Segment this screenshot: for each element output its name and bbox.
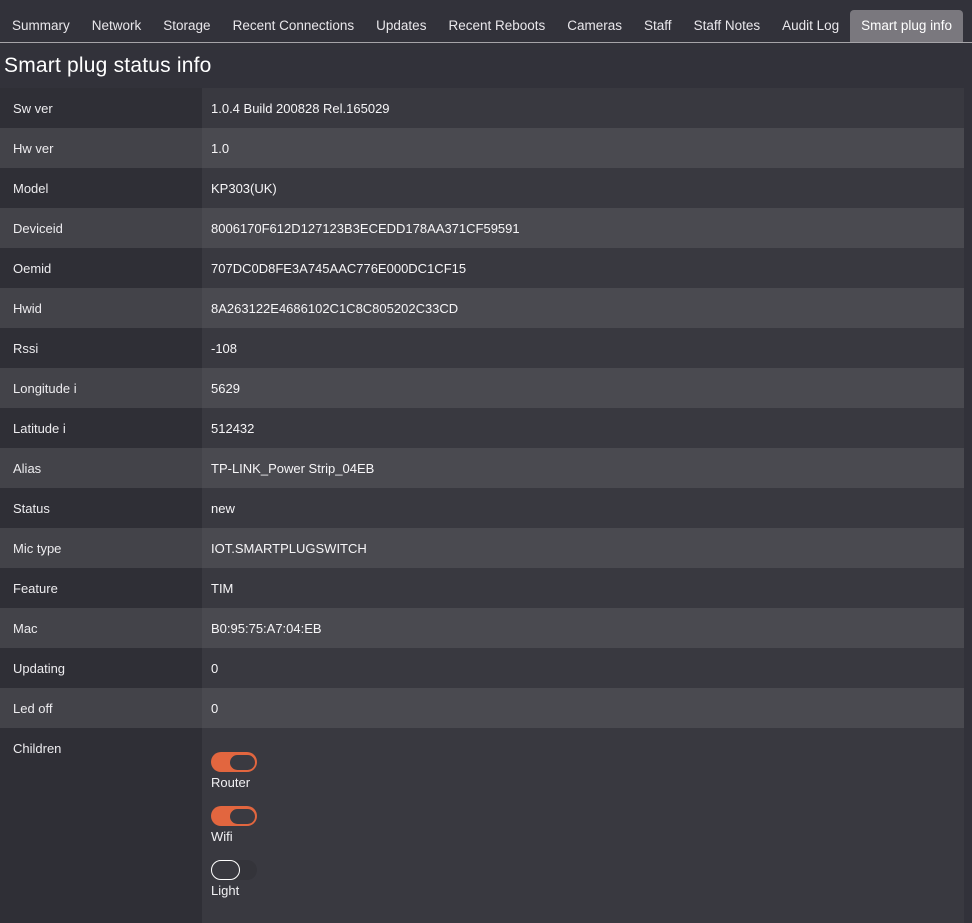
table-row-model: Model KP303(UK)	[0, 168, 964, 208]
table-row-rssi: Rssi -108	[0, 328, 964, 368]
toggle-group-wifi: Wifi	[211, 806, 257, 844]
row-label: Oemid	[0, 248, 202, 288]
row-label: Model	[0, 168, 202, 208]
row-label: Alias	[0, 448, 202, 488]
row-label: Status	[0, 488, 202, 528]
table-row-latitude-i: Latitude i 512432	[0, 408, 964, 448]
table-row-hwid: Hwid 8A263122E4686102C1C8C805202C33CD	[0, 288, 964, 328]
row-label: Longitude i	[0, 368, 202, 408]
row-label: Children	[0, 728, 202, 923]
row-value: 1.0	[202, 128, 964, 168]
toggle-group-router: Router	[211, 752, 257, 790]
row-label: Updating	[0, 648, 202, 688]
row-label: Hwid	[0, 288, 202, 328]
table-row-longitude-i: Longitude i 5629	[0, 368, 964, 408]
table-row-status: Status new	[0, 488, 964, 528]
router-toggle[interactable]	[211, 752, 257, 772]
toggle-group-light: Light	[211, 860, 257, 898]
row-label: Feature	[0, 568, 202, 608]
row-value: B0:95:75:A7:04:EB	[202, 608, 964, 648]
row-value: 8A263122E4686102C1C8C805202C33CD	[202, 288, 964, 328]
row-value: 8006170F612D127123B3ECEDD178AA371CF59591	[202, 208, 964, 248]
table-row-mac: Mac B0:95:75:A7:04:EB	[0, 608, 964, 648]
table-row-deviceid: Deviceid 8006170F612D127123B3ECEDD178AA3…	[0, 208, 964, 248]
row-value: 5629	[202, 368, 964, 408]
table-row-led-off: Led off 0	[0, 688, 964, 728]
tab-recent-reboots[interactable]: Recent Reboots	[437, 10, 556, 42]
row-value: KP303(UK)	[202, 168, 964, 208]
table-row-oemid: Oemid 707DC0D8FE3A745AAC776E000DC1CF15	[0, 248, 964, 288]
table-row-mic-type: Mic type IOT.SMARTPLUGSWITCH	[0, 528, 964, 568]
table-row-updating: Updating 0	[0, 648, 964, 688]
toggle-label: Wifi	[211, 829, 257, 844]
row-value: TP-LINK_Power Strip_04EB	[202, 448, 964, 488]
toggle-knob	[230, 755, 255, 770]
row-value: -108	[202, 328, 964, 368]
row-value: 1.0.4 Build 200828 Rel.165029	[202, 88, 964, 128]
toggle-label: Router	[211, 775, 257, 790]
toggle-label: Light	[211, 883, 257, 898]
table-row-alias: Alias TP-LINK_Power Strip_04EB	[0, 448, 964, 488]
row-value: TIM	[202, 568, 964, 608]
tab-recent-connections[interactable]: Recent Connections	[222, 10, 366, 42]
table-row-sw-ver: Sw ver 1.0.4 Build 200828 Rel.165029	[0, 88, 964, 128]
tab-summary[interactable]: Summary	[1, 10, 81, 42]
row-label: Rssi	[0, 328, 202, 368]
tab-updates[interactable]: Updates	[365, 10, 437, 42]
tab-bar: Summary Network Storage Recent Connectio…	[0, 0, 972, 43]
title-area: Smart plug status info	[0, 43, 972, 88]
table-row-feature: Feature TIM	[0, 568, 964, 608]
row-label: Latitude i	[0, 408, 202, 448]
row-value: 0	[202, 648, 964, 688]
row-label: Led off	[0, 688, 202, 728]
tab-audit-log[interactable]: Audit Log	[771, 10, 850, 42]
light-toggle[interactable]	[211, 860, 257, 880]
row-label: Sw ver	[0, 88, 202, 128]
wifi-toggle[interactable]	[211, 806, 257, 826]
row-label: Deviceid	[0, 208, 202, 248]
row-value: 0	[202, 688, 964, 728]
table-row-children: Children Router Wifi Light	[0, 728, 964, 923]
children-toggles: Router Wifi Light	[202, 728, 964, 923]
tab-smart-plug-info[interactable]: Smart plug info	[850, 10, 963, 42]
tab-staff[interactable]: Staff	[633, 10, 683, 42]
table-row-hw-ver: Hw ver 1.0	[0, 128, 964, 168]
row-value: IOT.SMARTPLUGSWITCH	[202, 528, 964, 568]
tab-staff-notes[interactable]: Staff Notes	[683, 10, 772, 42]
row-value: new	[202, 488, 964, 528]
row-value: 707DC0D8FE3A745AAC776E000DC1CF15	[202, 248, 964, 288]
page-title: Smart plug status info	[4, 53, 972, 79]
tab-storage[interactable]: Storage	[152, 10, 221, 42]
row-label: Mic type	[0, 528, 202, 568]
row-value: 512432	[202, 408, 964, 448]
toggle-knob	[211, 860, 240, 880]
tab-cameras[interactable]: Cameras	[556, 10, 633, 42]
row-label: Mac	[0, 608, 202, 648]
smart-plug-info-table: Sw ver 1.0.4 Build 200828 Rel.165029 Hw …	[0, 88, 964, 923]
row-label: Hw ver	[0, 128, 202, 168]
toggle-knob	[230, 809, 255, 824]
tab-network[interactable]: Network	[81, 10, 153, 42]
